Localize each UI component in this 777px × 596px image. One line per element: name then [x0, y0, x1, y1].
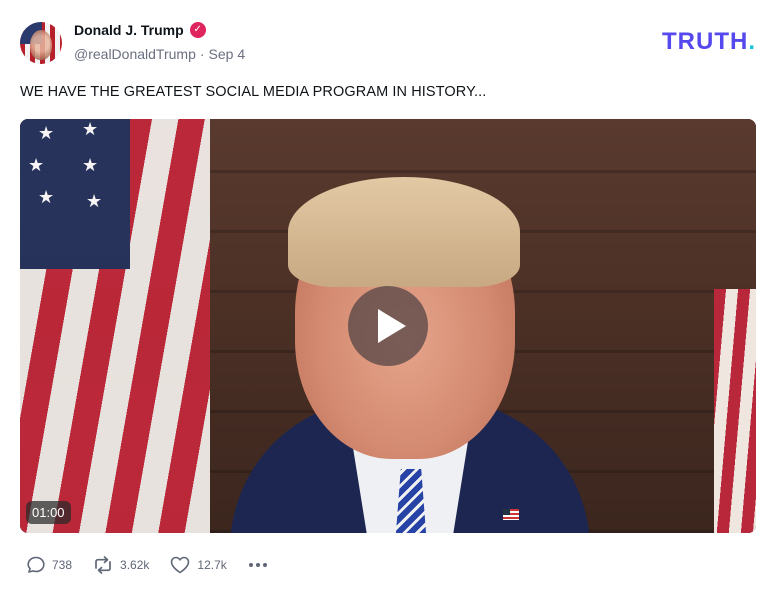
- retruth-icon: [95, 556, 111, 574]
- post-date[interactable]: Sep 4: [209, 46, 246, 62]
- post-actions: 738 3.62k 12.7k: [26, 554, 267, 576]
- star-icon: ★: [38, 123, 55, 143]
- avatar-face: [30, 30, 52, 60]
- flag-lapel-pin: [503, 509, 519, 520]
- truth-post: Donald J. Trump ✓ @realDonaldTrump · Sep…: [0, 0, 777, 596]
- like-button[interactable]: 12.7k: [169, 555, 227, 575]
- truth-logo[interactable]: TRUTH.: [662, 28, 756, 56]
- star-icon: ★: [82, 119, 99, 139]
- retruth-button[interactable]: 3.62k: [92, 555, 149, 575]
- star-icon: ★: [38, 187, 55, 207]
- heart-icon: [171, 556, 190, 574]
- verified-badge-icon: ✓: [189, 22, 206, 38]
- more-options-icon[interactable]: [248, 563, 267, 567]
- avatar[interactable]: [20, 22, 62, 64]
- star-icon: ★: [28, 155, 45, 175]
- retruth-count: 3.62k: [120, 558, 150, 572]
- video-duration: 01:00: [26, 501, 71, 524]
- reply-count: 738: [52, 558, 73, 572]
- star-icon: ★: [82, 155, 99, 175]
- star-icon: ★: [86, 191, 103, 211]
- dot: [255, 563, 260, 567]
- logo-text: TRUTH: [662, 28, 749, 55]
- logo-dot: .: [748, 28, 756, 55]
- speaker-hair: [288, 177, 520, 287]
- meta-separator: ·: [199, 46, 205, 62]
- reply-icon: [27, 556, 45, 573]
- author-handle[interactable]: @realDonaldTrump: [74, 46, 196, 62]
- play-button[interactable]: [348, 286, 428, 366]
- post-text: WE HAVE THE GREATEST SOCIAL MEDIA PROGRA…: [20, 84, 487, 100]
- post-header: Donald J. Trump ✓ @realDonaldTrump · Sep…: [20, 20, 757, 66]
- dot: [262, 563, 267, 567]
- author-display-name[interactable]: Donald J. Trump: [74, 22, 184, 38]
- flag-stars: ★ ★ ★ ★ ★ ★: [20, 119, 130, 269]
- like-count: 12.7k: [197, 558, 227, 572]
- video-player[interactable]: ★ ★ ★ ★ ★ ★ 01:00: [20, 119, 756, 533]
- dot: [248, 563, 253, 567]
- american-flag-right: [714, 289, 756, 533]
- author-meta: @realDonaldTrump · Sep 4: [74, 46, 245, 62]
- author-name-row: Donald J. Trump ✓: [74, 22, 206, 38]
- reply-button[interactable]: 738: [26, 555, 72, 575]
- play-icon: [378, 309, 406, 343]
